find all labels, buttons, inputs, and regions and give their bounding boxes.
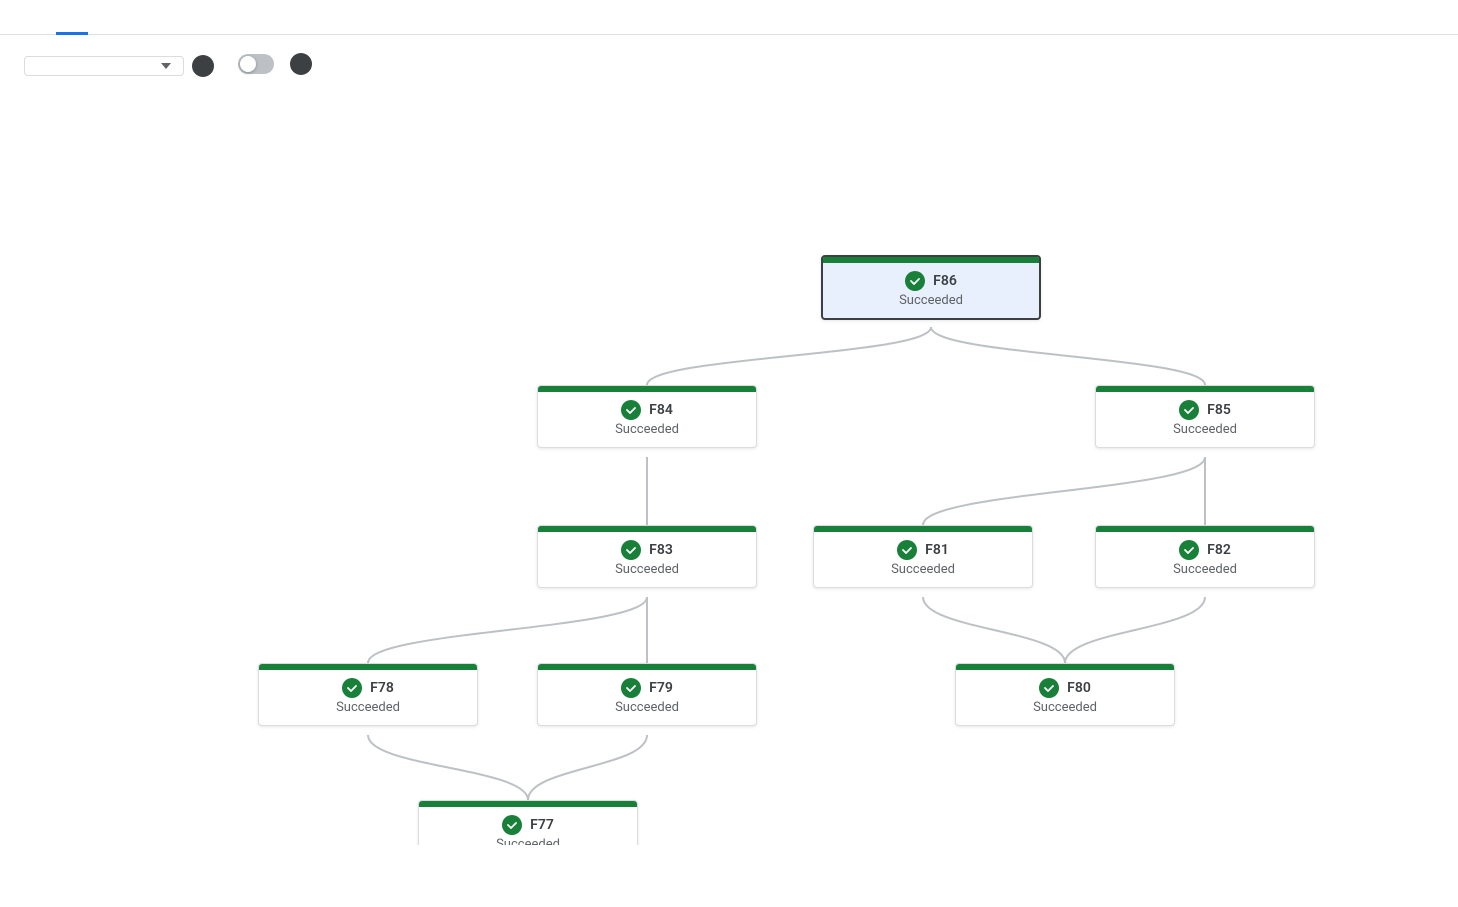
tab-bar [0, 0, 1458, 35]
connector-path [647, 327, 931, 385]
tab-execution-details[interactable] [56, 0, 88, 35]
check-icon [1179, 540, 1199, 560]
check-icon [621, 678, 641, 698]
graph-view-group [24, 51, 214, 77]
node-content: F82 Succeeded [1096, 532, 1314, 587]
node-title: F81 [925, 542, 949, 558]
node-F85[interactable]: F85 Succeeded [1095, 385, 1315, 448]
node-header: F77 [431, 815, 625, 835]
node-content: F84 Succeeded [538, 392, 756, 447]
check-icon [621, 400, 641, 420]
node-content: F77 Succeeded [419, 807, 637, 845]
node-header: F79 [550, 678, 744, 698]
graph-view-select[interactable] [24, 56, 184, 76]
node-content: F80 Succeeded [956, 670, 1174, 725]
node-F82[interactable]: F82 Succeeded [1095, 525, 1315, 588]
node-header: F78 [271, 678, 465, 698]
node-title: F86 [933, 273, 957, 289]
node-status: Succeeded [891, 562, 955, 577]
check-icon [905, 271, 925, 291]
node-status: Succeeded [615, 422, 679, 437]
node-title: F82 [1207, 542, 1231, 558]
connector-path [923, 597, 1065, 663]
node-F80[interactable]: F80 Succeeded [955, 663, 1175, 726]
node-status: Succeeded [1173, 562, 1237, 577]
node-F77[interactable]: F77 Succeeded [418, 800, 638, 845]
graph-container: F86 Succeeded F84 Succeeded [0, 85, 1458, 845]
node-content: F86 Succeeded [823, 263, 1039, 318]
node-status: Succeeded [1173, 422, 1237, 437]
toggle-knob [240, 56, 256, 72]
node-header: F86 [835, 271, 1027, 291]
node-title: F80 [1067, 680, 1091, 696]
node-header: F84 [550, 400, 744, 420]
controls-bar [0, 35, 1458, 85]
critical-path-group [238, 53, 312, 75]
check-icon [342, 678, 362, 698]
connector-path [923, 457, 1205, 525]
dropdown-arrow-icon [161, 63, 171, 69]
connector-path [368, 597, 647, 663]
critical-path-toggle[interactable] [238, 54, 274, 74]
node-F83[interactable]: F83 Succeeded [537, 525, 757, 588]
connector-path [528, 735, 647, 800]
node-content: F83 Succeeded [538, 532, 756, 587]
node-status: Succeeded [615, 562, 679, 577]
connector-path [368, 735, 528, 800]
node-status: Succeeded [336, 700, 400, 715]
node-content: F79 Succeeded [538, 670, 756, 725]
node-header: F83 [550, 540, 744, 560]
connector-lines [0, 85, 1458, 845]
tab-job-metrics[interactable] [88, 0, 120, 35]
check-icon [621, 540, 641, 560]
node-F78[interactable]: F78 Succeeded [258, 663, 478, 726]
node-F81[interactable]: F81 Succeeded [813, 525, 1033, 588]
node-title: F77 [530, 817, 554, 833]
node-title: F84 [649, 402, 673, 418]
node-header: F85 [1108, 400, 1302, 420]
node-header: F81 [826, 540, 1020, 560]
check-icon [897, 540, 917, 560]
node-content: F81 Succeeded [814, 532, 1032, 587]
graph-view-help-icon[interactable] [192, 55, 214, 77]
check-icon [502, 815, 522, 835]
connector-path [1065, 597, 1205, 663]
node-F84[interactable]: F84 Succeeded [537, 385, 757, 448]
node-header: F82 [1108, 540, 1302, 560]
node-status: Succeeded [496, 837, 560, 845]
node-F79[interactable]: F79 Succeeded [537, 663, 757, 726]
tab-job-graph[interactable] [24, 0, 56, 35]
node-content: F85 Succeeded [1096, 392, 1314, 447]
node-status: Succeeded [899, 293, 963, 308]
check-icon [1179, 400, 1199, 420]
node-status: Succeeded [1033, 700, 1097, 715]
check-icon [1039, 678, 1059, 698]
connector-path [931, 327, 1205, 385]
node-title: F83 [649, 542, 673, 558]
critical-path-help-icon[interactable] [290, 53, 312, 75]
node-header: F80 [968, 678, 1162, 698]
node-status: Succeeded [615, 700, 679, 715]
node-title: F78 [370, 680, 394, 696]
node-F86[interactable]: F86 Succeeded [821, 255, 1041, 320]
node-title: F79 [649, 680, 673, 696]
node-content: F78 Succeeded [259, 670, 477, 725]
node-title: F85 [1207, 402, 1231, 418]
